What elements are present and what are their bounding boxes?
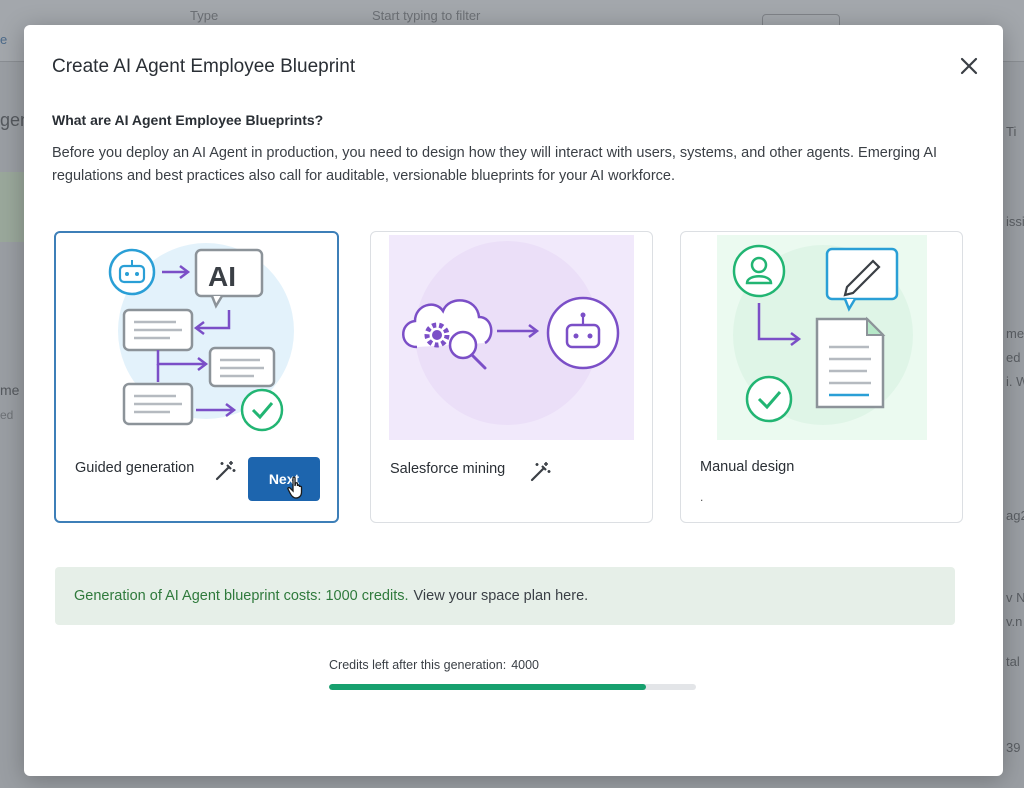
space-plan-link[interactable]: View your space plan here.	[414, 588, 589, 604]
magic-wand-icon	[215, 461, 236, 481]
close-icon	[960, 57, 978, 75]
manual-design-illustration	[717, 235, 927, 440]
blueprint-modal: Create AI Agent Employee Blueprint What …	[24, 25, 1003, 776]
background-type-label: Type	[190, 8, 219, 23]
credits-progress-bar	[329, 684, 696, 690]
description-text: Before you deploy an AI Agent in product…	[52, 145, 938, 184]
background-thumbnail	[0, 172, 24, 242]
credits-progress-fill	[329, 684, 647, 690]
magic-wand-icon	[530, 462, 551, 482]
background-right-text: ag2	[1006, 508, 1024, 523]
background-right-text: i. W	[1006, 374, 1024, 389]
svg-text:AI: AI	[208, 261, 236, 292]
salesforce-mining-illustration	[389, 235, 634, 440]
credits-left-label: Credits left after this generation:	[329, 658, 507, 672]
guided-generation-illustration: AI	[108, 243, 294, 432]
background-right-text: tal	[1006, 654, 1020, 669]
background-filter-input: Start typing to filter	[372, 8, 481, 23]
background-right-text: issi	[1006, 214, 1024, 229]
background-right-text: v N	[1006, 590, 1024, 605]
next-button[interactable]: Next	[248, 457, 320, 501]
background-tab: e	[0, 32, 8, 47]
background-right-text: v.n	[1006, 614, 1023, 629]
background-right-text: Ti	[1006, 124, 1017, 139]
credits-cost-text: Generation of AI Agent blueprint costs: …	[74, 588, 409, 604]
close-button[interactable]	[956, 53, 982, 79]
background-right-text: 39	[1006, 740, 1021, 755]
card-label-salesforce-mining: Salesforce mining	[390, 461, 506, 477]
card-guided-generation[interactable]: AI Guided generation Next	[54, 231, 339, 523]
background-item-title: me	[0, 382, 20, 398]
credits-left: Credits left after this generation: 4000	[329, 658, 539, 672]
card-label-guided-generation: Guided generation	[75, 460, 195, 476]
card-sub-manual-design: .	[700, 490, 704, 504]
background-item-sub: ed	[0, 408, 14, 422]
hand-cursor-icon	[287, 476, 303, 499]
credits-left-value: 4000	[511, 658, 539, 672]
background-right-text: ed i	[1006, 350, 1024, 365]
card-label-manual-design: Manual design	[700, 459, 795, 475]
card-salesforce-mining[interactable]: Salesforce mining	[370, 231, 653, 523]
card-manual-design[interactable]: Manual design .	[680, 231, 963, 523]
section-heading: What are AI Agent Employee Blueprints?	[52, 112, 324, 128]
background-right-text: me	[1006, 326, 1024, 341]
modal-title: Create AI Agent Employee Blueprint	[52, 56, 356, 77]
credits-banner: Generation of AI Agent blueprint costs: …	[55, 567, 955, 625]
